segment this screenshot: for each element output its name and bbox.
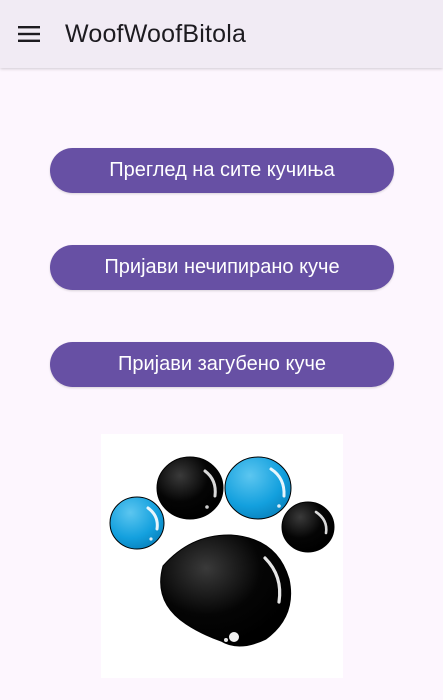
app-bar: WoofWoofBitola — [0, 0, 443, 68]
report-unchipped-dog-button[interactable]: Пријави нечипирано куче — [50, 245, 394, 290]
paw-main-pad — [160, 534, 292, 647]
view-all-dogs-button[interactable]: Преглед на сите кучиња — [50, 148, 394, 193]
paw-logo-image — [101, 434, 343, 678]
hamburger-menu-icon — [18, 26, 40, 42]
menu-button[interactable] — [14, 20, 44, 48]
app-title: WoofWoofBitola — [65, 20, 247, 48]
paw-toe-black-left — [156, 456, 224, 520]
report-lost-dog-button[interactable]: Пријави загубено куче — [50, 342, 394, 387]
paw-print-logo-icon — [109, 456, 335, 647]
paw-toe-blue-right — [224, 456, 292, 520]
